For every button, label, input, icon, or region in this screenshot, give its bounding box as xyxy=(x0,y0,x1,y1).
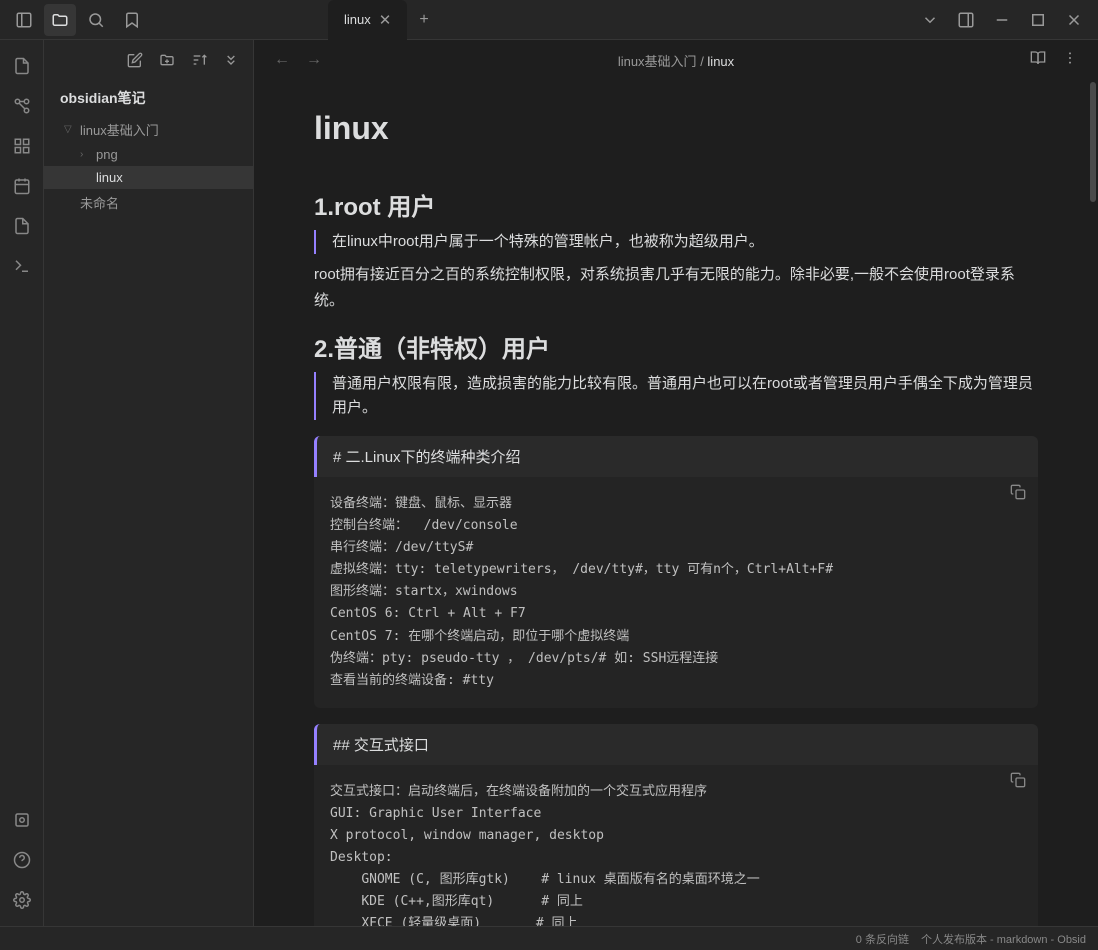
tree-label: linux基础入门 xyxy=(80,120,159,139)
breadcrumb-current: linux xyxy=(707,54,734,69)
ribbon xyxy=(0,40,44,926)
help-icon[interactable] xyxy=(4,842,40,878)
chevron-down-icon[interactable] xyxy=(914,4,946,36)
body-text: root拥有接近百分之百的系统控制权限，对系统损害几乎有无限的能力。除非必要,一… xyxy=(314,262,1038,313)
heading-normal-user: 2.普通（非特权）用户 xyxy=(314,329,1038,364)
quote-block: 普通用户权限有限，造成损害的能力比较有限。普通用户也可以在root或者管理员用户… xyxy=(314,372,1038,420)
tab-linux[interactable]: linux ✕ xyxy=(328,0,407,40)
quote-block: 在linux中root用户属于一个特殊的管理帐户，也被称为超级用户。 xyxy=(314,230,1038,254)
nav-forward-icon[interactable]: → xyxy=(302,47,326,73)
note-title: linux xyxy=(314,110,1038,147)
quick-switcher-icon[interactable] xyxy=(4,48,40,84)
canvas-icon[interactable] xyxy=(4,128,40,164)
tree-folder-png[interactable]: › png xyxy=(44,143,253,166)
sort-icon[interactable] xyxy=(185,46,213,74)
code-block-terminals: # 二.Linux下的终端种类介绍 设备终端：键盘、鼠标、显示器 控制台终端： … xyxy=(314,436,1038,708)
statusbar: 0 条反向链 个人发布版本 - markdown - Obsid xyxy=(0,926,1098,950)
breadcrumb-parent: linux基础入门 xyxy=(618,54,697,69)
code-block-interface: ## 交互式接口 交互式接口：启动终端后，在终端设备附加的一个交互式应用程序 G… xyxy=(314,724,1038,926)
more-options-icon[interactable] xyxy=(1058,46,1082,75)
file-tree: ▽ linux基础入门 › png linux 未命名 xyxy=(44,116,253,926)
code-header: # 二.Linux下的终端种类介绍 xyxy=(314,436,1038,477)
close-tab-icon[interactable]: ✕ xyxy=(379,11,392,29)
titlebar: linux ✕ + xyxy=(0,0,1098,40)
heading-root-user: 1.root 用户 xyxy=(314,187,1038,222)
status-backlinks[interactable]: 0 条反向链 xyxy=(856,931,909,947)
tab-title: linux xyxy=(344,12,371,27)
minimize-button[interactable] xyxy=(986,4,1018,36)
scrollbar[interactable] xyxy=(1088,80,1098,926)
new-note-icon[interactable] xyxy=(121,46,149,74)
tree-file-linux[interactable]: linux xyxy=(44,166,253,189)
nav-back-icon[interactable]: ← xyxy=(270,47,294,73)
sidebar-toggle-right-icon[interactable] xyxy=(950,4,982,36)
editor-area: ← → linux基础入门 / linux linux 1.root 用户 在l… xyxy=(254,40,1098,926)
copy-icon[interactable] xyxy=(1010,484,1026,505)
sidebar-toggle-left-icon[interactable] xyxy=(8,4,40,36)
files-icon[interactable] xyxy=(44,4,76,36)
bookmark-icon[interactable] xyxy=(116,4,148,36)
new-folder-icon[interactable] xyxy=(153,46,181,74)
code-body: 设备终端：键盘、鼠标、显示器 控制台终端： /dev/console 串行终端：… xyxy=(314,477,1038,708)
graph-view-icon[interactable] xyxy=(4,88,40,124)
reading-mode-icon[interactable] xyxy=(1026,46,1050,75)
breadcrumb[interactable]: linux基础入门 / linux xyxy=(334,51,1018,70)
tree-label: 未命名 xyxy=(80,193,119,212)
sidebar: obsidian笔记 ▽ linux基础入门 › png linux 未命名 xyxy=(44,40,254,926)
chevron-down-icon: ▽ xyxy=(64,124,80,135)
code-body: 交互式接口：启动终端后，在终端设备附加的一个交互式应用程序 GUI: Graph… xyxy=(314,765,1038,926)
vault-name: obsidian笔记 xyxy=(44,80,253,116)
tree-folder-linux-basics[interactable]: ▽ linux基础入门 xyxy=(44,116,253,143)
editor-content[interactable]: linux 1.root 用户 在linux中root用户属于一个特殊的管理帐户… xyxy=(254,80,1098,926)
chevron-right-icon: › xyxy=(80,149,96,160)
daily-note-icon[interactable] xyxy=(4,168,40,204)
templates-icon[interactable] xyxy=(4,208,40,244)
scrollbar-thumb[interactable] xyxy=(1090,82,1096,202)
tree-file-untitled[interactable]: 未命名 xyxy=(44,189,253,216)
maximize-button[interactable] xyxy=(1022,4,1054,36)
search-icon[interactable] xyxy=(80,4,112,36)
new-tab-button[interactable]: + xyxy=(407,11,440,29)
command-palette-icon[interactable] xyxy=(4,248,40,284)
tree-label: png xyxy=(96,147,118,162)
copy-icon[interactable] xyxy=(1010,772,1026,793)
tree-label: linux xyxy=(96,170,123,185)
close-window-button[interactable] xyxy=(1058,4,1090,36)
settings-icon[interactable] xyxy=(4,882,40,918)
code-header: ## 交互式接口 xyxy=(314,724,1038,765)
vault-icon[interactable] xyxy=(4,802,40,838)
status-version: 个人发布版本 - markdown - Obsid xyxy=(921,931,1086,947)
collapse-icon[interactable] xyxy=(217,46,245,74)
